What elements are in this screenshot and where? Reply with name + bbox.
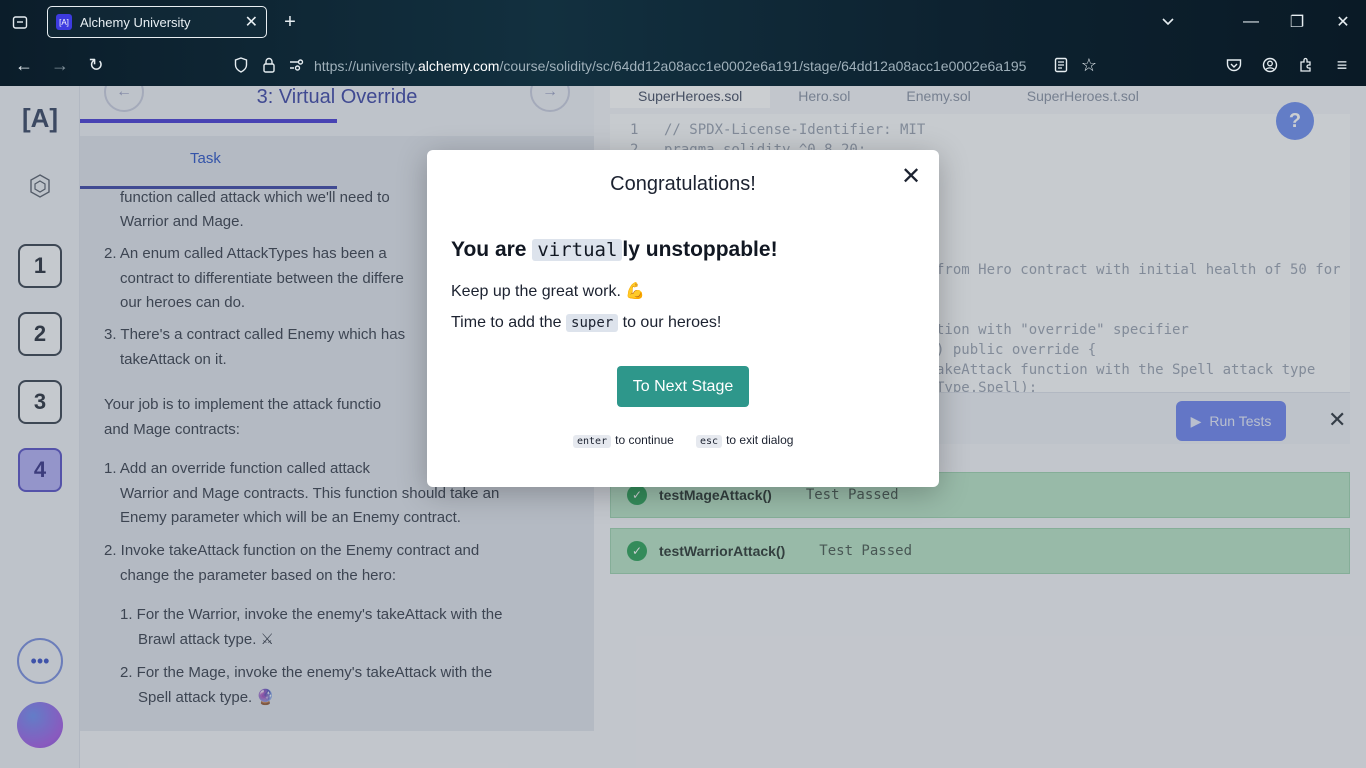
congratulations-dialog: Congratulations! ✕ You are virtual ly uns… <box>427 150 939 487</box>
pocket-icon[interactable] <box>1224 55 1244 75</box>
dialog-title: Congratulations! <box>610 173 756 195</box>
headline-prefix: You are <box>451 238 533 261</box>
dialog-message: Keep up the great work. 💪 <box>451 283 646 300</box>
tab-title: Alchemy University <box>80 14 191 30</box>
tab-bar: [A] Alchemy University ✕ + — ❐ ✕ <box>0 0 1366 44</box>
forward-icon[interactable]: → <box>50 55 70 75</box>
message-suffix: to our heroes! <box>618 314 722 331</box>
permissions-icon[interactable] <box>287 55 307 75</box>
window-close-icon[interactable]: ✕ <box>1333 12 1353 32</box>
plus-icon[interactable]: + <box>280 11 300 33</box>
close-icon[interactable]: ✕ <box>245 12 258 32</box>
message-code: super <box>566 314 619 332</box>
reader-icon[interactable] <box>1051 55 1071 75</box>
alchemy-favicon-icon: [A] <box>56 14 72 30</box>
shield-icon[interactable] <box>231 55 251 75</box>
enter-hint: enter to continue <box>573 433 674 448</box>
reload-icon[interactable]: ↻ <box>86 55 106 75</box>
dialog-message: Time to add the super to our heroes! <box>451 314 721 332</box>
url-path: /course/solidity/sc/64dd12a08acc1e0002e6… <box>499 58 1027 74</box>
enter-key: enter <box>573 435 612 448</box>
dialog-headline: You are virtual ly unstoppable! <box>451 238 778 262</box>
address-bar[interactable]: https://university.alchemy.com/course/so… <box>314 58 1026 74</box>
enter-hint-text: to continue <box>615 433 674 447</box>
tab-list-icon[interactable] <box>10 12 30 32</box>
headline-suffix: ly unstoppable! <box>622 238 778 261</box>
close-icon[interactable]: ✕ <box>901 162 921 191</box>
star-icon[interactable]: ☆ <box>1079 55 1099 75</box>
esc-hint-text: to exit dialog <box>726 433 794 447</box>
url-domain: alchemy.com <box>418 58 500 74</box>
menu-icon[interactable]: ≡ <box>1332 55 1352 75</box>
lock-icon[interactable] <box>259 55 279 75</box>
headline-code: virtual <box>532 239 623 261</box>
browser-chrome: [A] Alchemy University ✕ + — ❐ ✕ ← → ↻ ☆ <box>0 0 1366 86</box>
restore-icon[interactable]: ❐ <box>1287 12 1307 32</box>
esc-hint: esc to exit dialog <box>696 433 794 448</box>
extensions-icon[interactable] <box>1296 55 1316 75</box>
browser-tab[interactable]: [A] Alchemy University ✕ <box>47 6 267 38</box>
chevron-down-icon[interactable] <box>1158 12 1178 32</box>
next-stage-button[interactable]: To Next Stage <box>617 366 749 407</box>
url-prefix: https://university. <box>314 58 419 74</box>
esc-key: esc <box>696 435 723 448</box>
account-icon[interactable] <box>1260 55 1280 75</box>
message-prefix: Time to add the <box>451 314 567 331</box>
back-icon[interactable]: ← <box>14 55 34 75</box>
minimize-icon[interactable]: — <box>1241 12 1261 32</box>
